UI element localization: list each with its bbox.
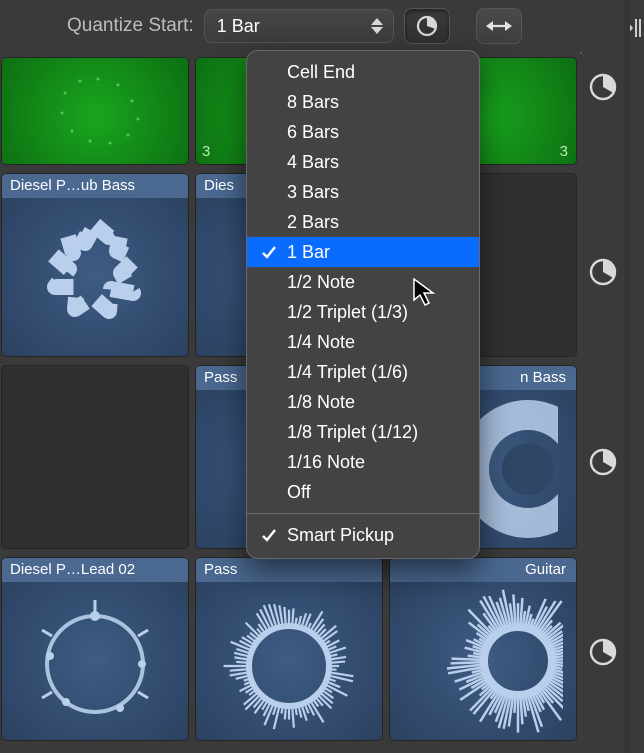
pie-icon	[416, 15, 438, 37]
waveform-ring-icon	[214, 586, 364, 736]
check-icon	[259, 327, 279, 357]
cell-label: Diesel P…Lead 02	[2, 558, 188, 582]
menu-item[interactable]: 1/8 Note	[247, 387, 479, 417]
check-icon	[259, 477, 279, 507]
cell-marker: 3	[560, 143, 568, 160]
menu-item[interactable]: 1/2 Note	[247, 267, 479, 297]
stretch-button[interactable]	[476, 8, 522, 44]
check-icon	[259, 520, 279, 550]
menu-item-label: 1/8 Triplet (1/12)	[287, 422, 418, 442]
menu-item-smart-pickup[interactable]: Smart Pickup	[247, 520, 479, 550]
menu-item[interactable]: 6 Bars	[247, 117, 479, 147]
right-ruler	[624, 0, 630, 753]
waveform-ring-icon	[25, 207, 165, 347]
cell-empty-r2c1[interactable]	[2, 366, 188, 548]
cell-guitar[interactable]: Guitar	[390, 558, 576, 740]
row-knob-3[interactable]	[588, 447, 618, 477]
menu-item[interactable]: 8 Bars	[247, 87, 479, 117]
quantize-start-select[interactable]: 1 Bar	[204, 9, 394, 43]
cell-marker: 3	[202, 143, 210, 160]
menu-item-label: Off	[287, 482, 311, 502]
waveform-ring-icon	[20, 586, 170, 736]
quantize-start-menu[interactable]: Cell End 8 Bars 6 Bars 4 Bars 3 Bars 2 Bars 1 …	[246, 50, 480, 559]
check-icon	[259, 387, 279, 417]
menu-item[interactable]: 1/16 Note	[247, 447, 479, 477]
menu-item[interactable]: 4 Bars	[247, 147, 479, 177]
check-icon	[259, 237, 279, 267]
cell-label: Diesel P…ub Bass	[2, 174, 188, 198]
menu-item-label: 1/4 Note	[287, 332, 355, 352]
row-knob-4[interactable]	[588, 637, 618, 667]
knob-icon	[588, 447, 618, 477]
cell-diesel-ub-bass[interactable]: Diesel P…ub Bass	[2, 174, 188, 356]
menu-item-label: 1/2 Triplet (1/3)	[287, 302, 408, 322]
arrows-horizontal-icon	[486, 18, 512, 34]
menu-item[interactable]: Cell End	[247, 57, 479, 87]
select-stepper-icon	[371, 18, 383, 34]
menu-item-label: 1/16 Note	[287, 452, 365, 472]
quantize-start-value: 1 Bar	[217, 16, 260, 37]
menu-item[interactable]: Off	[247, 477, 479, 507]
check-icon	[259, 177, 279, 207]
menu-item[interactable]: 1/4 Triplet (1/6)	[247, 357, 479, 387]
loop-mode-button[interactable]	[404, 8, 450, 44]
row-knob-2[interactable]	[588, 257, 618, 287]
check-icon	[259, 57, 279, 87]
menu-item[interactable]: 3 Bars	[247, 177, 479, 207]
check-icon	[259, 417, 279, 447]
menu-item-label: 1/2 Note	[287, 272, 355, 292]
menu-item-label: 1/8 Note	[287, 392, 355, 412]
menu-item[interactable]: 1/2 Triplet (1/3)	[247, 297, 479, 327]
menu-item-label: 8 Bars	[287, 92, 339, 112]
menu-item-label: Cell End	[287, 62, 355, 82]
waveform-ring-icon	[403, 581, 563, 740]
row-knob-1[interactable]	[588, 72, 618, 102]
cell-label: Pass	[196, 558, 382, 582]
cell-diesel-lead-02[interactable]: Diesel P…Lead 02	[2, 558, 188, 740]
check-icon	[259, 267, 279, 297]
menu-item[interactable]: 1/4 Note	[247, 327, 479, 357]
menu-item-label: 3 Bars	[287, 182, 339, 202]
cell-pass-r3[interactable]: Pass	[196, 558, 382, 740]
menu-item[interactable]: 2 Bars	[247, 207, 479, 237]
check-icon	[259, 357, 279, 387]
check-icon	[259, 87, 279, 117]
menu-separator	[247, 513, 479, 514]
knob-icon	[588, 257, 618, 287]
cell-label: Guitar	[390, 558, 576, 582]
menu-item[interactable]: 1 Bar	[247, 237, 479, 267]
check-icon	[259, 207, 279, 237]
menu-item-label: Smart Pickup	[287, 525, 394, 545]
menu-item-label: 1 Bar	[287, 242, 330, 262]
check-icon	[259, 147, 279, 177]
waveform-ring-icon	[20, 71, 170, 151]
quantize-start-label: Quantize Start:	[67, 15, 194, 37]
menu-item-label: 4 Bars	[287, 152, 339, 172]
check-icon	[259, 117, 279, 147]
cell-green-1[interactable]	[2, 58, 188, 164]
knob-icon	[588, 637, 618, 667]
menu-item-label: 6 Bars	[287, 122, 339, 142]
check-icon	[259, 297, 279, 327]
menu-item[interactable]: 1/8 Triplet (1/12)	[247, 417, 479, 447]
menu-item-label: 2 Bars	[287, 212, 339, 232]
check-icon	[259, 447, 279, 477]
knob-icon	[588, 72, 618, 102]
menu-item-label: 1/4 Triplet (1/6)	[287, 362, 408, 382]
